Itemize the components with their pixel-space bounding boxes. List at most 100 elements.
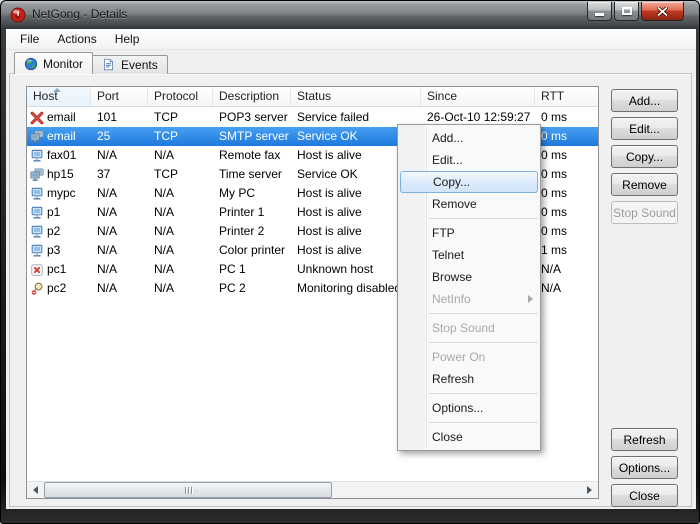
close-button[interactable] xyxy=(641,2,684,21)
menu-separator xyxy=(429,393,538,394)
menu-item-power-on: Power On xyxy=(398,346,540,368)
arrow-right-icon xyxy=(587,486,592,494)
column-header-rtt[interactable]: RTT xyxy=(535,87,597,106)
menu-item-browse[interactable]: Browse xyxy=(398,266,540,288)
host-name: pc2 xyxy=(47,279,66,298)
column-header-description[interactable]: Description xyxy=(213,87,291,106)
window-title: NetGong - Details xyxy=(32,1,127,28)
minimize-icon xyxy=(595,13,604,16)
column-header-since[interactable]: Since xyxy=(421,87,535,106)
cell-host: hp15 xyxy=(27,165,91,184)
menu-file[interactable]: File xyxy=(11,29,48,49)
maximize-button[interactable] xyxy=(614,2,639,21)
menu-item-netinfo: NetInfo xyxy=(398,288,540,310)
menu-item-copy[interactable]: Copy... xyxy=(400,171,538,193)
menu-separator xyxy=(429,313,538,314)
close-button[interactable]: Close xyxy=(611,484,678,507)
horizontal-scrollbar[interactable] xyxy=(27,481,598,498)
arrow-left-icon xyxy=(33,486,38,494)
column-header-host[interactable]: Host xyxy=(27,87,91,106)
bottom-button-column: Refresh Options... Close xyxy=(611,428,678,507)
menu-item-remove[interactable]: Remove xyxy=(398,193,540,215)
host-name: mypc xyxy=(47,184,76,203)
cell-protocol: N/A xyxy=(148,279,213,298)
menu-item-options[interactable]: Options... xyxy=(398,397,540,419)
computer-icon xyxy=(30,149,44,163)
table-header: Host Port Protocol Description Status Si… xyxy=(27,87,598,107)
edit-button[interactable]: Edit... xyxy=(611,117,678,140)
computer-icon xyxy=(30,187,44,201)
cell-description: Remote fax xyxy=(213,146,291,165)
cell-rtt: 0 ms xyxy=(535,165,597,184)
copy-button[interactable]: Copy... xyxy=(611,145,678,168)
window-controls xyxy=(587,2,684,21)
server-dual-icon xyxy=(30,130,44,144)
options-button[interactable]: Options... xyxy=(611,456,678,479)
cell-description: PC 1 xyxy=(213,260,291,279)
scroll-left-button[interactable] xyxy=(27,482,44,498)
cell-protocol: N/A xyxy=(148,184,213,203)
minimize-button[interactable] xyxy=(587,2,612,21)
column-header-protocol[interactable]: Protocol xyxy=(148,87,213,106)
cell-port: N/A xyxy=(91,146,148,165)
cell-host: pc1 xyxy=(27,260,91,279)
column-header-port[interactable]: Port xyxy=(91,87,148,106)
cell-port: N/A xyxy=(91,184,148,203)
menu-item-stop-sound: Stop Sound xyxy=(398,317,540,339)
cell-host: fax01 xyxy=(27,146,91,165)
host-name: hp15 xyxy=(47,165,74,184)
cell-description: Time server xyxy=(213,165,291,184)
cell-host: mypc xyxy=(27,184,91,203)
cell-description: Color printer xyxy=(213,241,291,260)
netgong-icon xyxy=(10,7,26,23)
cell-description: POP3 server xyxy=(213,108,291,127)
host-name: email xyxy=(47,127,76,146)
titlebar[interactable]: NetGong - Details xyxy=(1,1,700,29)
context-menu: Add...Edit...Copy...Remove FTPTelnetBrows… xyxy=(397,124,541,451)
cell-port: N/A xyxy=(91,222,148,241)
menu-actions[interactable]: Actions xyxy=(48,29,105,49)
host-name: p1 xyxy=(47,203,60,222)
menu-item-add[interactable]: Add... xyxy=(398,127,540,149)
menu-help[interactable]: Help xyxy=(106,29,149,49)
menu-item-telnet[interactable]: Telnet xyxy=(398,244,540,266)
cell-protocol: N/A xyxy=(148,241,213,260)
stop-sound-button: Stop Sound xyxy=(611,201,678,224)
cell-port: 37 xyxy=(91,165,148,184)
cell-description: My PC xyxy=(213,184,291,203)
add-button[interactable]: Add... xyxy=(611,89,678,112)
remove-button[interactable]: Remove xyxy=(611,173,678,196)
tab-monitor-label: Monitor xyxy=(43,57,83,71)
scrollbar-track[interactable] xyxy=(44,482,581,498)
scroll-right-button[interactable] xyxy=(581,482,598,498)
tab-events[interactable]: Events xyxy=(93,55,168,74)
menu-item-refresh[interactable]: Refresh xyxy=(398,368,540,390)
cell-rtt: 0 ms xyxy=(535,222,597,241)
menu-item-ftp[interactable]: FTP xyxy=(398,222,540,244)
cell-protocol: TCP xyxy=(148,127,213,146)
column-header-status[interactable]: Status xyxy=(291,87,421,106)
cell-description: Printer 2 xyxy=(213,222,291,241)
host-name: p2 xyxy=(47,222,60,241)
cell-protocol: TCP xyxy=(148,108,213,127)
cell-protocol: N/A xyxy=(148,222,213,241)
tab-strip: Monitor Events xyxy=(14,52,168,74)
scrollbar-thumb[interactable] xyxy=(44,482,332,498)
menu-separator xyxy=(429,218,538,219)
server-dual-icon xyxy=(30,168,44,182)
cell-host: pc2 xyxy=(27,279,91,298)
cell-rtt: 0 ms xyxy=(535,127,597,146)
service-failed-icon xyxy=(30,111,44,125)
cell-port: 25 xyxy=(91,127,148,146)
cell-description: PC 2 xyxy=(213,279,291,298)
cell-port: N/A xyxy=(91,260,148,279)
document-icon xyxy=(102,58,116,72)
menu-item-edit[interactable]: Edit... xyxy=(398,149,540,171)
cell-description: Printer 1 xyxy=(213,203,291,222)
refresh-button[interactable]: Refresh xyxy=(611,428,678,451)
menu-bar: File Actions Help xyxy=(6,29,696,50)
menu-item-close[interactable]: Close xyxy=(398,426,540,448)
host-name: fax01 xyxy=(47,146,76,165)
tab-monitor[interactable]: Monitor xyxy=(14,52,93,74)
cell-protocol: N/A xyxy=(148,203,213,222)
